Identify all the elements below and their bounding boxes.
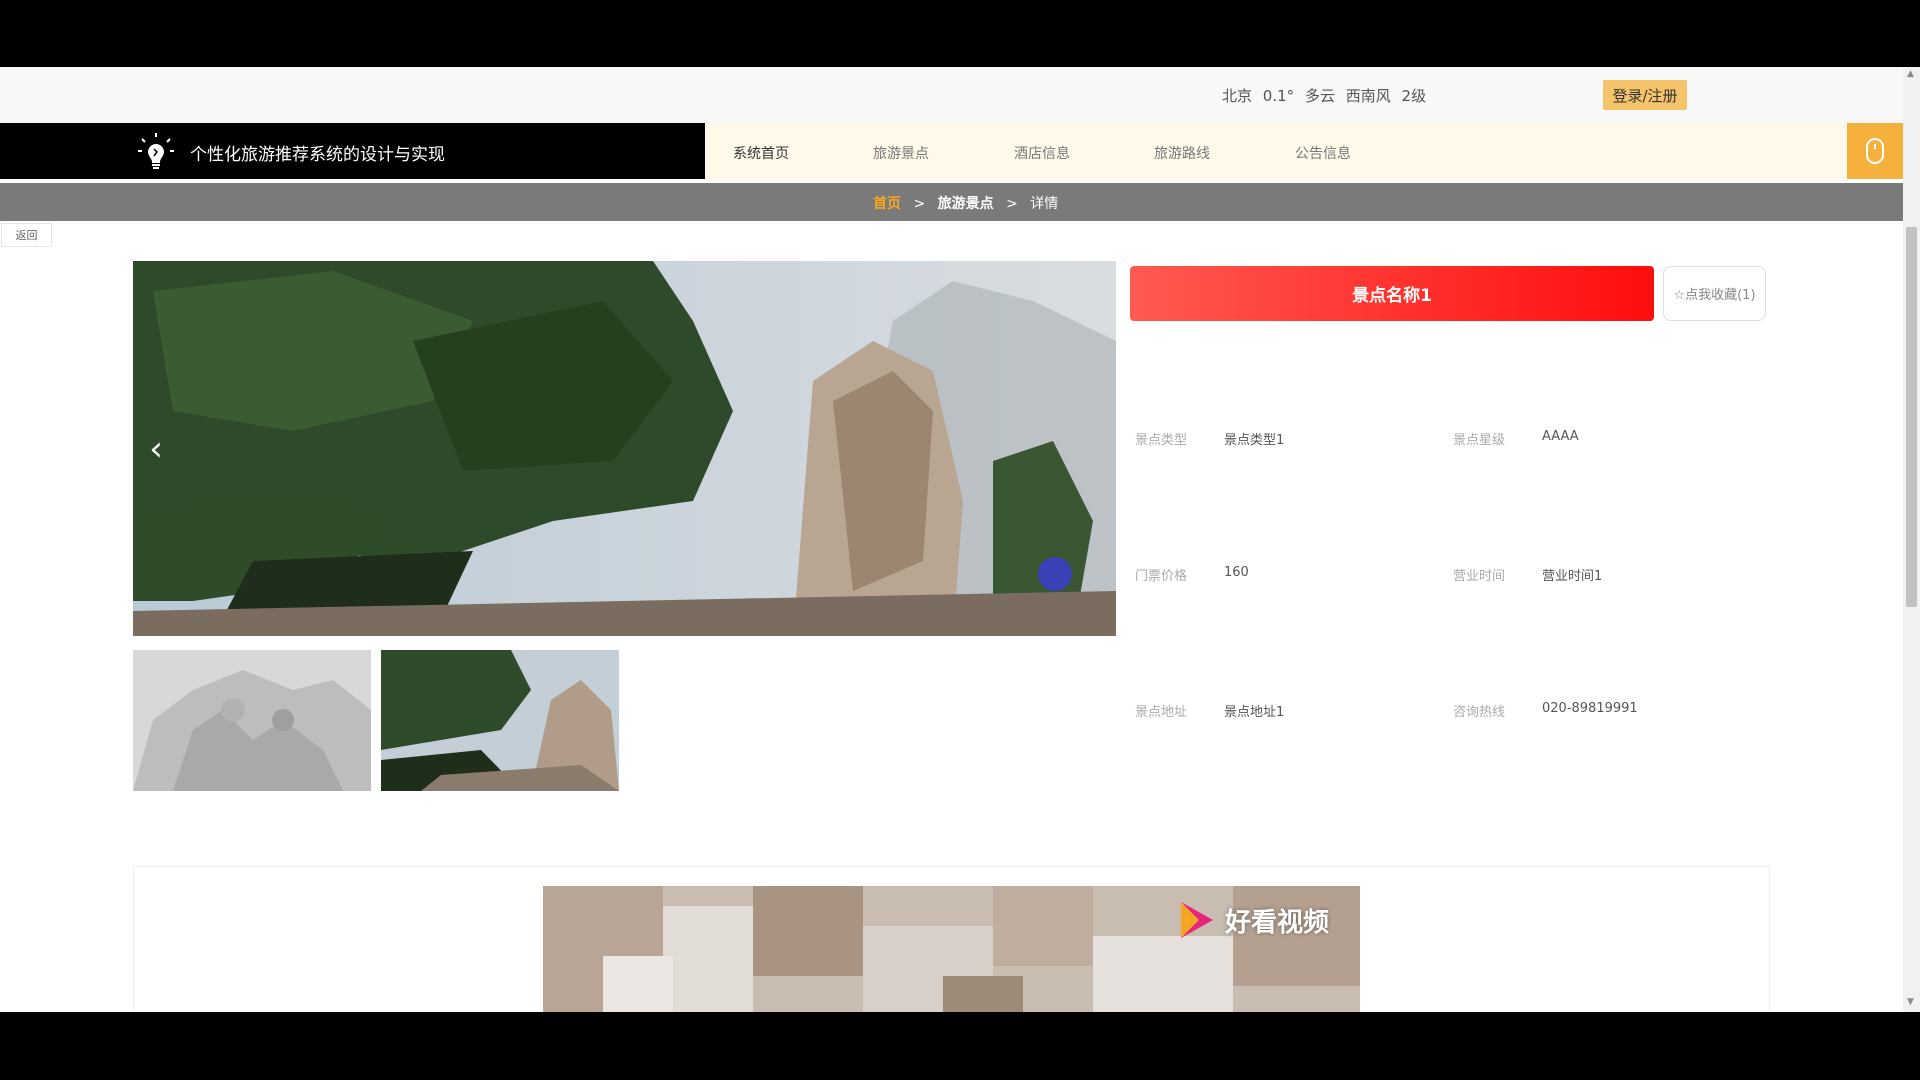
site-title: 个性化旅游推荐系统的设计与实现 <box>190 145 445 165</box>
play-logo-icon <box>1181 902 1213 938</box>
lightbulb-icon <box>138 133 174 169</box>
field-value-hotline: 020-89819991 <box>1542 701 1638 716</box>
header: 个性化旅游推荐系统的设计与实现 系统首页 旅游景点 酒店信息 旅游路线 公告信息 <box>0 123 1903 179</box>
thumbnail-1[interactable] <box>133 650 371 791</box>
image-carousel[interactable]: ‹ <box>133 261 1116 636</box>
field-value-address: 景点地址1 <box>1224 705 1285 720</box>
nav-item-home[interactable]: 系统首页 <box>733 143 789 163</box>
brand: 个性化旅游推荐系统的设计与实现 <box>0 123 705 179</box>
weather-info: 北京 0.1° 多云 西南风 2级 <box>1222 85 1432 106</box>
breadcrumb-current: 详情 <box>1030 196 1059 212</box>
mouse-icon <box>1866 138 1884 164</box>
weather-level: 2级 <box>1401 87 1427 105</box>
weather-wind: 西南风 <box>1345 87 1391 105</box>
breadcrumb-separator: > <box>1006 196 1018 212</box>
thumbnail-image <box>381 650 619 791</box>
login-register-button[interactable]: 登录/注册 <box>1603 80 1687 110</box>
thumbnail-image <box>133 650 371 791</box>
cursor-indicator <box>1038 557 1072 591</box>
field-value-hours: 营业时间1 <box>1542 569 1603 584</box>
video-watermark: 好看视频 <box>1173 898 1329 942</box>
nav-item-attractions[interactable]: 旅游景点 <box>873 143 929 163</box>
breadcrumb-bar: 首页 > 旅游景点 > 详情 <box>0 183 1903 221</box>
scrollbar-thumb[interactable] <box>1906 227 1917 607</box>
breadcrumb-home[interactable]: 首页 <box>873 196 901 212</box>
favorite-button[interactable]: ☆点我收藏(1) <box>1663 266 1766 321</box>
scroll-up-arrow-icon[interactable]: ▲ <box>1907 69 1914 79</box>
field-label-address: 景点地址 <box>1135 705 1188 720</box>
field-value-type: 景点类型1 <box>1224 433 1285 448</box>
weather-city: 北京 <box>1222 87 1253 105</box>
nav-item-routes[interactable]: 旅游路线 <box>1154 143 1210 163</box>
video-watermark-text: 好看视频 <box>1225 907 1330 938</box>
app-screen: 北京 0.1° 多云 西南风 2级 登录/注册 个性化旅游推荐系统的设计与实现 … <box>0 67 1920 1012</box>
weather-bar: 北京 0.1° 多云 西南风 2级 登录/注册 <box>0 67 1903 123</box>
attraction-name-banner: 景点名称1 <box>1130 266 1654 321</box>
breadcrumb-section[interactable]: 旅游景点 <box>938 196 994 212</box>
back-button[interactable]: 返回 <box>1 223 52 247</box>
nav-item-hotels[interactable]: 酒店信息 <box>1014 143 1070 163</box>
carousel-image <box>133 261 1116 636</box>
page-scrollbar[interactable]: ▲ ▼ <box>1903 67 1920 1012</box>
field-value-rating: AAAA <box>1542 429 1579 444</box>
nav-item-notices[interactable]: 公告信息 <box>1295 143 1351 163</box>
field-label-rating: 景点星级 <box>1453 433 1506 448</box>
mouse-button[interactable] <box>1847 123 1903 179</box>
weather-temp: 0.1° <box>1262 87 1295 105</box>
breadcrumb-separator: > <box>913 196 926 212</box>
carousel-prev-button[interactable]: ‹ <box>141 429 171 469</box>
field-value-price: 160 <box>1224 565 1249 580</box>
weather-condition: 多云 <box>1304 87 1335 105</box>
thumbnail-2[interactable] <box>381 650 619 791</box>
field-label-type: 景点类型 <box>1135 433 1188 448</box>
field-label-price: 门票价格 <box>1135 569 1188 584</box>
video-player[interactable]: 好看视频 <box>543 886 1360 1012</box>
field-label-hours: 营业时间 <box>1453 569 1506 584</box>
field-label-hotline: 咨询热线 <box>1453 705 1506 720</box>
scroll-down-arrow-icon[interactable]: ▼ <box>1907 997 1914 1007</box>
breadcrumb: 首页 > 旅游景点 > 详情 <box>873 193 1058 213</box>
